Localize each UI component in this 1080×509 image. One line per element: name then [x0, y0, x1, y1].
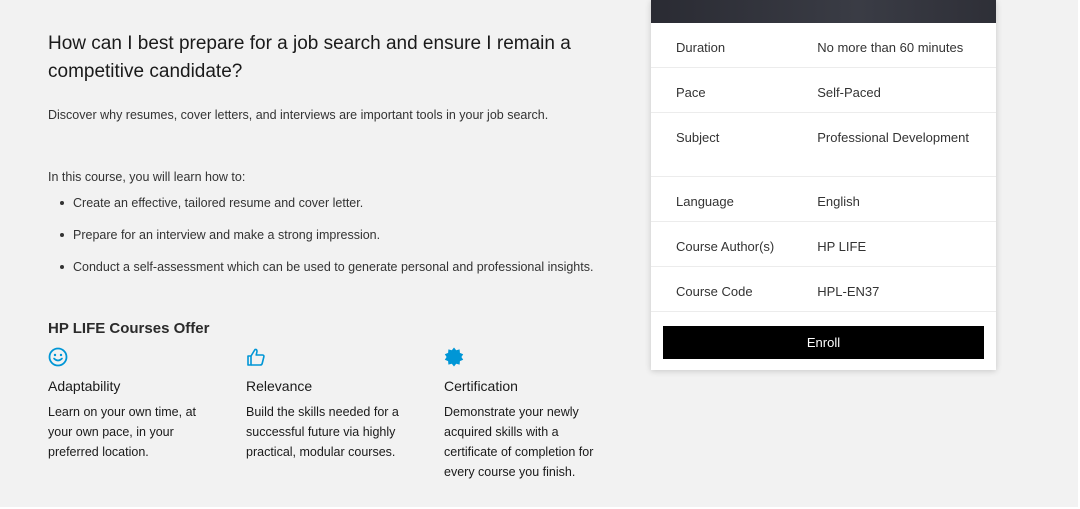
learning-objective: Create an effective, tailored resume and… [48, 194, 628, 212]
offers-features: Adaptability Learn on your own time, at … [48, 347, 642, 482]
feature-certification: Certification Demonstrate your newly acq… [444, 347, 642, 482]
detail-label: Course Author(s) [676, 239, 775, 254]
detail-row-course-code: Course Code HPL-EN37 [651, 267, 996, 312]
course-banner-image [651, 0, 996, 23]
detail-label: Duration [676, 40, 726, 55]
feature-description: Demonstrate your newly acquired skills w… [444, 405, 594, 479]
thumbs-up-icon [247, 348, 265, 366]
course-details-card: Duration No more than 60 minutes Pace Se… [651, 0, 996, 370]
smiley-icon [48, 347, 68, 367]
feature-adaptability: Adaptability Learn on your own time, at … [48, 347, 246, 482]
enroll-button[interactable]: Enroll [663, 326, 984, 359]
feature-description: Build the skills needed for a successful… [246, 405, 399, 459]
detail-label: Course Code [676, 284, 753, 299]
detail-value: English [817, 194, 860, 209]
feature-title: Relevance [246, 378, 313, 394]
certificate-badge-icon [444, 347, 464, 367]
course-description: How can I best prepare for a job search … [48, 30, 628, 290]
detail-row-language: Language English [651, 177, 996, 222]
detail-value: No more than 60 minutes [817, 40, 964, 55]
learning-objective: Prepare for an interview and make a stro… [48, 226, 628, 244]
learn-lead: In this course, you will learn how to: [48, 170, 246, 184]
course-intro: Discover why resumes, cover letters, and… [48, 108, 549, 122]
detail-value: HP LIFE [817, 239, 867, 254]
detail-row-pace: Pace Self-Paced [651, 68, 996, 113]
detail-label: Pace [676, 85, 706, 100]
learning-objectives-list: Create an effective, tailored resume and… [48, 194, 628, 276]
detail-row-author: Course Author(s) HP LIFE [651, 222, 996, 267]
feature-title: Adaptability [48, 378, 121, 394]
feature-relevance: Relevance Build the skills needed for a … [246, 347, 444, 482]
detail-value: Self-Paced [817, 85, 881, 100]
detail-label: Subject [676, 130, 720, 145]
detail-row-subject: Subject Professional Development [651, 113, 996, 177]
detail-label: Language [676, 194, 734, 209]
detail-value: HPL-EN37 [817, 284, 880, 299]
course-question-heading: How can I best prepare for a job search … [48, 33, 571, 82]
feature-description: Learn on your own time, at your own pace… [48, 405, 196, 459]
learning-objective: Conduct a self-assessment which can be u… [48, 258, 628, 276]
offers-heading: HP LIFE Courses Offer [48, 320, 210, 337]
detail-row-duration: Duration No more than 60 minutes [651, 23, 996, 68]
feature-title: Certification [444, 378, 518, 394]
detail-value: Professional Development [817, 130, 969, 145]
